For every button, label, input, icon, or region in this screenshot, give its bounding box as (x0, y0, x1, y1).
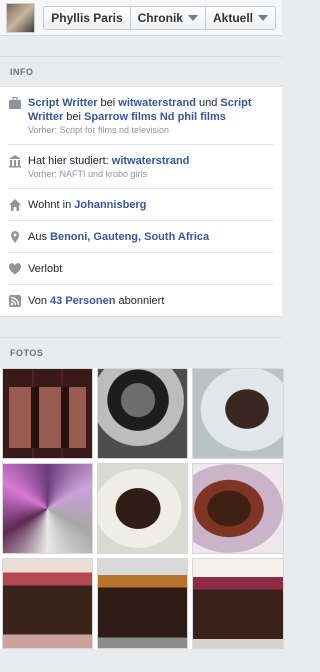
location-pin-icon (8, 230, 22, 244)
photo-thumbnail[interactable] (97, 558, 188, 649)
from-text: Aus (28, 231, 51, 243)
lives-text: Wohnt in (28, 199, 75, 211)
from-row: Aus Benoni, Gauteng, South Africa (8, 221, 274, 253)
lives-row: Wohnt in Johannisberg (8, 189, 274, 221)
home-icon (8, 198, 22, 212)
profile-topbar: Phyllis Paris Chronik Aktuell (0, 0, 282, 36)
chevron-down-icon (258, 14, 268, 21)
photo-grid (0, 368, 284, 649)
photo-thumbnail[interactable] (2, 558, 93, 649)
school-link[interactable]: witwaterstrand (112, 155, 190, 167)
photo-thumbnail[interactable] (192, 368, 284, 459)
work-previous: Vorher: Script for films nd television (28, 125, 170, 135)
heart-icon (8, 262, 22, 276)
photo-thumbnail[interactable] (97, 368, 188, 459)
school-icon (8, 154, 22, 168)
followers-text: Von (28, 295, 51, 307)
photos-section-title: FOTOS (0, 337, 282, 368)
info-panel: Script Writter bei witwaterstrand und Sc… (0, 86, 282, 317)
relationship-row: Verlobt (8, 253, 274, 285)
photo-thumbnail[interactable] (97, 463, 188, 554)
profile-avatar[interactable] (6, 2, 36, 33)
profile-name-button[interactable]: Phyllis Paris (44, 6, 131, 29)
spacer (0, 36, 282, 56)
photo-thumbnail[interactable] (192, 558, 284, 649)
timeline-button[interactable]: Chronik (131, 6, 206, 29)
education-text: Hat hier studiert: (28, 155, 112, 167)
photo-thumbnail[interactable] (2, 368, 93, 459)
rss-icon (8, 294, 22, 308)
spacer (0, 317, 282, 337)
briefcase-icon (8, 96, 22, 110)
employer-link[interactable]: Sparrow films Nd phil films (84, 111, 226, 123)
relationship-status: Verlobt (28, 263, 63, 275)
chevron-down-icon (187, 14, 198, 21)
followers-row: Von 43 Personen abonniert (8, 285, 274, 316)
city-link[interactable]: Johannisberg (74, 199, 146, 211)
profile-nav-group: Phyllis Paris Chronik Aktuell (43, 5, 276, 30)
followers-link[interactable]: 43 Personen (50, 295, 115, 307)
education-row: Hat hier studiert: witwaterstrand Vorher… (8, 145, 274, 189)
info-section-title: INFO (0, 56, 282, 86)
hometown-link[interactable]: Benoni, Gauteng, South Africa (50, 231, 209, 243)
photo-thumbnail[interactable] (2, 463, 93, 554)
work-text: und (195, 97, 221, 109)
work-role-link[interactable]: Script Writter (28, 97, 97, 109)
work-text: bei (97, 97, 119, 109)
photo-thumbnail[interactable] (192, 463, 284, 554)
education-previous: Vorher: NAFTI und krobo girls (28, 169, 148, 179)
update-button[interactable]: Aktuell (206, 7, 275, 29)
work-text: bei (63, 111, 85, 123)
work-row: Script Writter bei witwaterstrand und Sc… (8, 87, 274, 145)
followers-text: abonniert (115, 295, 165, 307)
employer-link[interactable]: witwaterstrand (118, 97, 196, 109)
